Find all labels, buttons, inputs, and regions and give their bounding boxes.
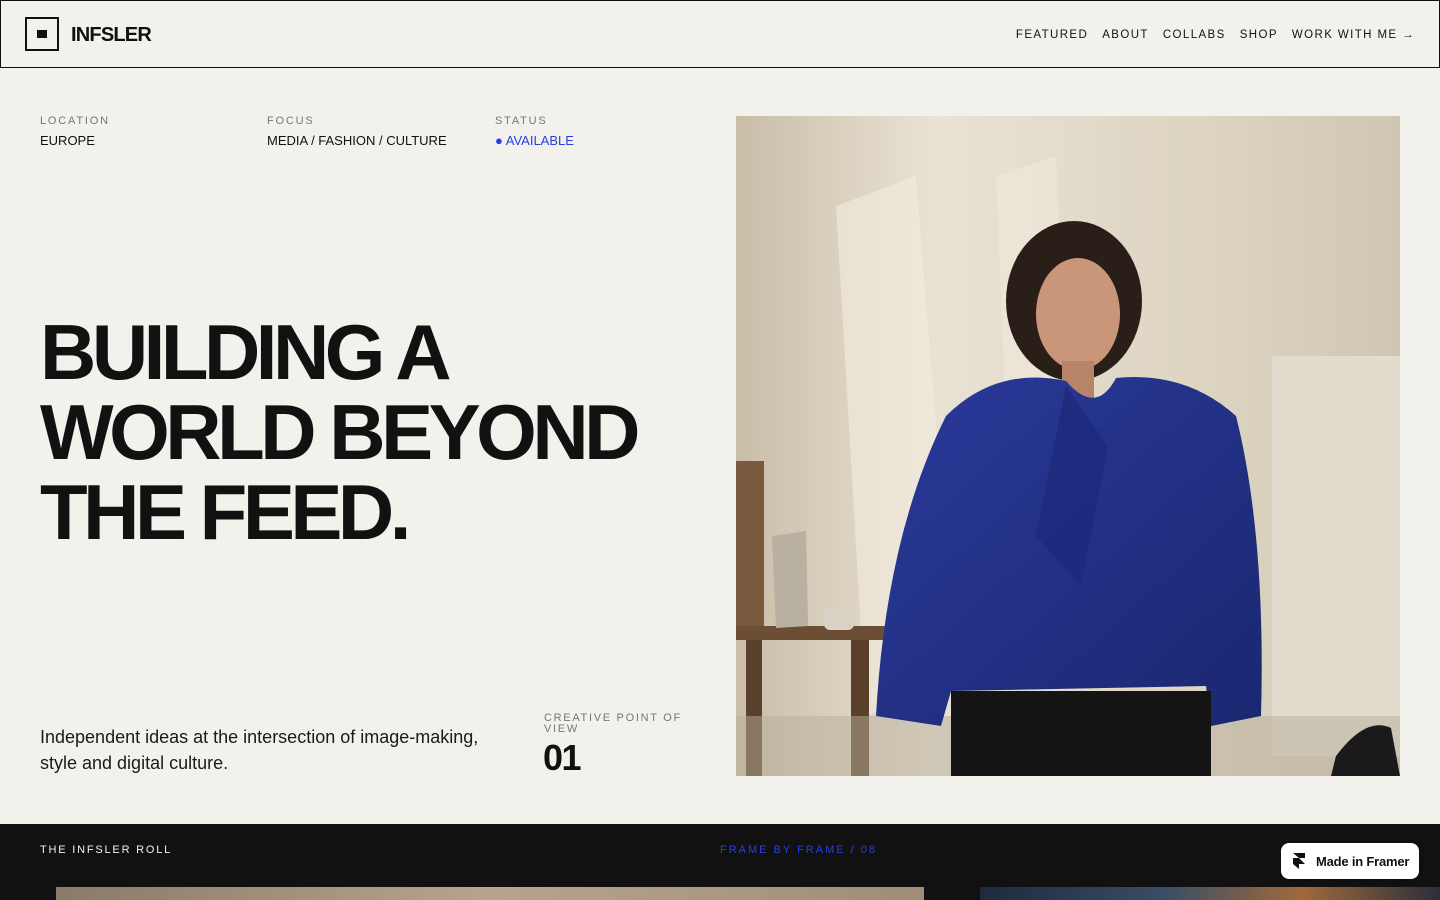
badge-label: Made in Framer [1316, 853, 1410, 869]
headline-line: WORLD BEYOND [40, 388, 640, 476]
hero-image [736, 116, 1400, 776]
square-logo-icon[interactable] [25, 17, 59, 51]
hero-photo-illustration [736, 116, 1400, 776]
meta-value: EUROPE [40, 133, 95, 148]
brand-name[interactable]: INFSLER [71, 23, 152, 47]
headline-line: THE FEED. [40, 468, 411, 556]
meta-label: STATUS [495, 115, 548, 127]
meta-label: FOCUS [267, 115, 315, 127]
nav-links: FEATURED ABOUT COLLABS SHOP WORK WITH ME… [1002, 27, 1415, 43]
hero-intro: Independent ideas at the intersection of… [40, 727, 479, 773]
nav-featured[interactable]: FEATURED [1016, 27, 1088, 43]
made-in-framer-badge[interactable]: Made in Framer [1281, 843, 1419, 879]
meta-status: STATUS ● AVAILABLE [495, 114, 574, 150]
pov-number: 01 [543, 737, 582, 778]
meta-location: LOCATION EUROPE [40, 114, 110, 150]
hero-headline: BUILDING A WORLD BEYOND THE FEED. [40, 312, 720, 552]
meta-label: LOCATION [40, 115, 110, 127]
roll-image-2[interactable] [980, 887, 1440, 900]
nav-about[interactable]: ABOUT [1102, 27, 1149, 43]
nav-collabs[interactable]: COLLABS [1163, 27, 1226, 43]
framer-icon [1293, 853, 1305, 869]
top-nav: INFSLER FEATURED ABOUT COLLABS SHOP WORK… [0, 0, 1440, 68]
meta-value: MEDIA / FASHION / CULTURE [267, 133, 447, 148]
headline-line: BUILDING A [40, 308, 452, 396]
status-available: ● AVAILABLE [495, 133, 574, 148]
band-counter: FRAME BY FRAME / 08 [720, 844, 877, 856]
nav-work-with-me[interactable]: WORK WITH ME → [1292, 27, 1415, 43]
nav-shop[interactable]: SHOP [1240, 27, 1278, 43]
band-title: THE INFSLER ROLL [40, 844, 173, 856]
meta-focus: FOCUS MEDIA / FASHION / CULTURE [267, 114, 447, 150]
roll-image-1[interactable] [56, 887, 924, 900]
pov-label: CREATIVE POINT OF VIEW [544, 712, 682, 735]
infsler-roll-band: THE INFSLER ROLL FRAME BY FRAME / 08 [0, 824, 1440, 900]
